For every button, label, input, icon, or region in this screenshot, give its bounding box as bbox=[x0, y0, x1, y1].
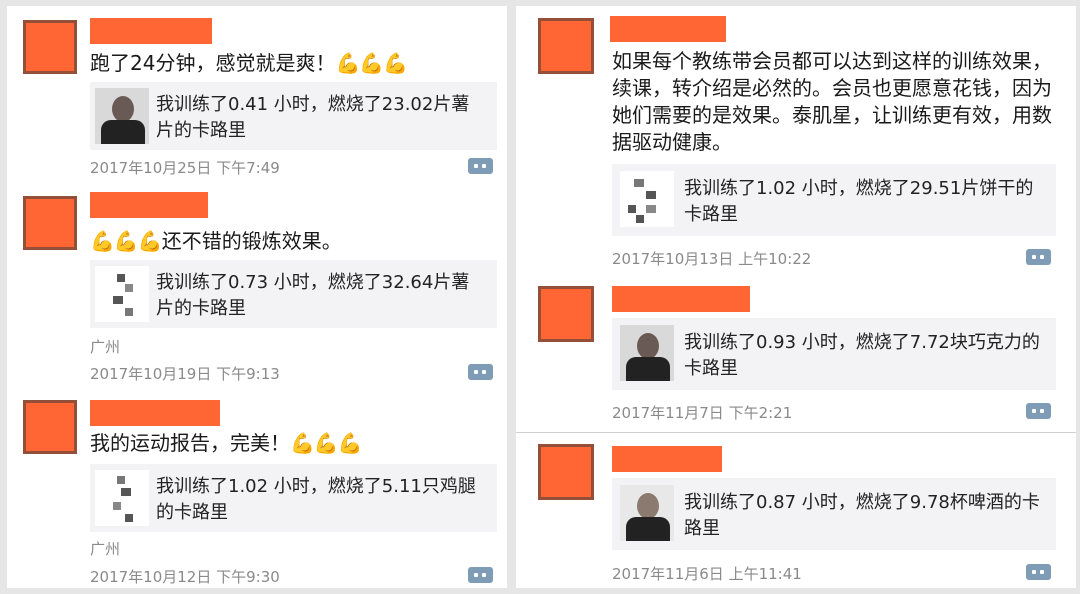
post-timestamp: 2017年11月7日 下午2:21 bbox=[612, 404, 793, 422]
workout-report-card[interactable]: 我训练了1.02 小时，燃烧了29.51片饼干的卡路里 bbox=[612, 164, 1056, 236]
avatar[interactable] bbox=[538, 18, 594, 74]
avatar[interactable] bbox=[23, 400, 77, 454]
post-text-content: 跑了24分钟，感觉就是爽！ bbox=[90, 51, 336, 75]
comment-icon[interactable] bbox=[1026, 564, 1051, 580]
post-text: 如果每个教练带会员都可以达到这样的训练效果，续课，转介绍是必然的。会员也更愿意花… bbox=[612, 49, 1052, 154]
flexed-bicep-emoji: 💪💪💪 bbox=[290, 431, 363, 455]
author-name-redacted[interactable] bbox=[90, 18, 212, 44]
post-location[interactable]: 广州 bbox=[90, 336, 120, 357]
comment-icon[interactable] bbox=[1026, 249, 1051, 265]
avatar[interactable] bbox=[538, 286, 594, 342]
report-thumbnail bbox=[620, 485, 674, 541]
post-text-content: 我的运动报告，完美！ bbox=[90, 431, 290, 455]
moments-panel-left: 跑了24分钟，感觉就是爽！💪💪💪 我训练了0.41 小时，燃烧了23.02片薯片… bbox=[7, 6, 507, 588]
post-text: 我的运动报告，完美！💪💪💪 bbox=[90, 430, 363, 457]
post-location[interactable]: 广州 bbox=[90, 538, 120, 559]
report-thumbnail bbox=[620, 171, 674, 227]
avatar[interactable] bbox=[538, 444, 594, 500]
report-thumbnail bbox=[95, 88, 149, 144]
author-name-redacted[interactable] bbox=[610, 16, 726, 42]
post-divider bbox=[516, 432, 1076, 433]
post-timestamp: 2017年10月12日 下午9:30 bbox=[90, 568, 280, 586]
post-text: 💪💪💪还不错的锻炼效果。 bbox=[90, 228, 342, 255]
flexed-bicep-emoji: 💪💪💪 bbox=[90, 229, 163, 253]
post-timestamp: 2017年10月19日 下午9:13 bbox=[90, 365, 280, 383]
post-timestamp: 2017年11月6日 上午11:41 bbox=[612, 565, 802, 583]
author-name-redacted[interactable] bbox=[90, 400, 220, 426]
avatar[interactable] bbox=[23, 196, 77, 250]
author-name-redacted[interactable] bbox=[612, 446, 722, 472]
comment-icon[interactable] bbox=[1026, 403, 1051, 419]
workout-report-card[interactable]: 我训练了0.87 小时，燃烧了9.78杯啤酒的卡路里 bbox=[612, 478, 1056, 550]
card-text: 我训练了0.87 小时，燃烧了9.78杯啤酒的卡路里 bbox=[684, 492, 1040, 539]
workout-report-card[interactable]: 我训练了1.02 小时，燃烧了5.11只鸡腿的卡路里 bbox=[90, 464, 497, 532]
comment-icon[interactable] bbox=[468, 567, 493, 583]
author-name-redacted[interactable] bbox=[90, 192, 208, 218]
author-name-redacted[interactable] bbox=[612, 286, 750, 312]
post-text: 跑了24分钟，感觉就是爽！💪💪💪 bbox=[90, 50, 408, 77]
post-timestamp: 2017年10月25日 下午7:49 bbox=[90, 159, 280, 177]
flexed-bicep-emoji: 💪💪💪 bbox=[335, 51, 408, 75]
moments-panel-right: 如果每个教练带会员都可以达到这样的训练效果，续课，转介绍是必然的。会员也更愿意花… bbox=[516, 6, 1076, 588]
card-text: 我训练了0.93 小时，燃烧了7.72块巧克力的卡路里 bbox=[684, 332, 1040, 379]
post-timestamp: 2017年10月13日 上午10:22 bbox=[612, 250, 812, 268]
card-text: 我训练了0.41 小时，燃烧了23.02片薯片的卡路里 bbox=[156, 94, 470, 141]
comment-icon[interactable] bbox=[468, 364, 493, 380]
report-thumbnail bbox=[95, 470, 149, 526]
post-text-content: 还不错的锻炼效果。 bbox=[161, 229, 342, 253]
report-thumbnail bbox=[95, 266, 149, 322]
comment-icon[interactable] bbox=[468, 158, 493, 174]
card-text: 我训练了1.02 小时，燃烧了5.11只鸡腿的卡路里 bbox=[156, 476, 476, 523]
avatar[interactable] bbox=[23, 20, 77, 74]
workout-report-card[interactable]: 我训练了0.93 小时，燃烧了7.72块巧克力的卡路里 bbox=[612, 318, 1056, 390]
report-thumbnail bbox=[620, 325, 674, 381]
workout-report-card[interactable]: 我训练了0.41 小时，燃烧了23.02片薯片的卡路里 bbox=[90, 82, 497, 150]
card-text: 我训练了1.02 小时，燃烧了29.51片饼干的卡路里 bbox=[684, 178, 1034, 225]
workout-report-card[interactable]: 我训练了0.73 小时，燃烧了32.64片薯片的卡路里 bbox=[90, 260, 497, 328]
card-text: 我训练了0.73 小时，燃烧了32.64片薯片的卡路里 bbox=[156, 272, 470, 319]
